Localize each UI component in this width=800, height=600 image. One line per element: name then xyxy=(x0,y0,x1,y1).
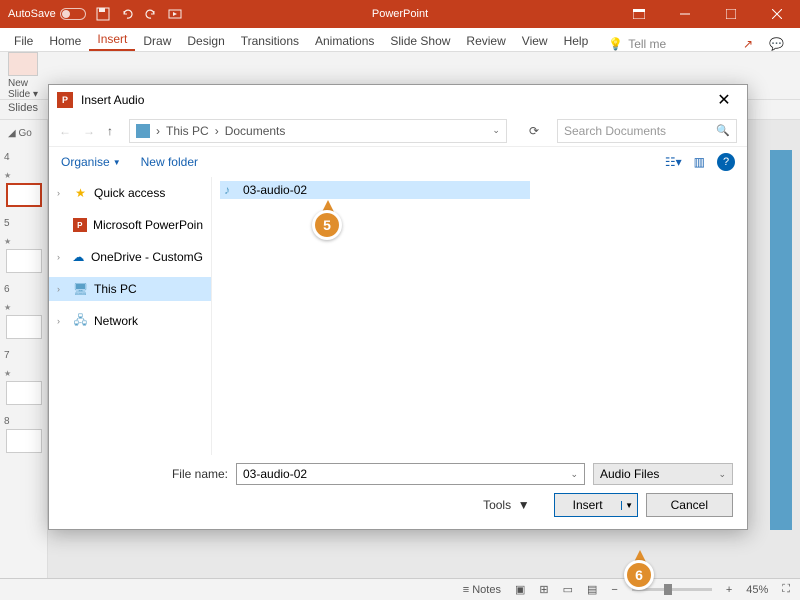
refresh-icon[interactable]: ⟳ xyxy=(523,124,545,138)
new-slide-button[interactable]: NewSlide ▾ xyxy=(8,52,38,100)
autosave-toggle[interactable]: AutoSave xyxy=(8,8,86,20)
audio-file-icon: ♪ xyxy=(224,183,238,197)
tab-draw[interactable]: Draw xyxy=(135,31,179,51)
maximize-button[interactable] xyxy=(708,0,754,28)
app-title: PowerPoint xyxy=(372,8,428,20)
star-icon: ★ xyxy=(73,186,88,200)
title-bar: AutoSave PowerPoint xyxy=(0,0,800,28)
slide-thumbnails: ◢ Go 4★ 5★ 6★ 7★ 8 xyxy=(0,120,48,580)
share-icon[interactable]: ↗ xyxy=(743,37,753,51)
reading-view-icon[interactable]: ▭ xyxy=(563,583,573,596)
help-icon[interactable]: ? xyxy=(717,153,735,171)
breadcrumb[interactable]: › This PC › Documents ⌄ xyxy=(129,119,507,143)
dialog-title: Insert Audio xyxy=(81,93,144,107)
tree-quick-access[interactable]: ›★Quick access xyxy=(49,181,211,205)
nav-up-icon[interactable]: ↑ xyxy=(107,124,113,138)
new-folder-button[interactable]: New folder xyxy=(141,155,198,169)
callout-5: 5 xyxy=(312,200,344,244)
insert-dropdown-icon[interactable]: ▼ xyxy=(621,501,637,510)
onedrive-icon: ☁ xyxy=(72,250,85,264)
bulb-icon: 💡 xyxy=(608,37,623,51)
redo-icon[interactable] xyxy=(144,7,158,21)
tab-help[interactable]: Help xyxy=(556,31,597,51)
network-icon: 🖧 xyxy=(73,314,88,328)
breadcrumb-folder[interactable]: Documents xyxy=(225,124,286,138)
nav-forward-icon[interactable]: → xyxy=(83,124,95,138)
new-slide-label: NewSlide ▾ xyxy=(8,78,38,100)
file-type-filter[interactable]: Audio Files⌄ xyxy=(593,463,733,485)
tree-onedrive[interactable]: ›☁OneDrive - CustomG xyxy=(49,245,211,269)
tree-this-pc[interactable]: ›🖥This PC xyxy=(49,277,211,301)
nav-back-icon[interactable]: ← xyxy=(59,124,71,138)
insert-audio-dialog: P Insert Audio ✕ ← → ↑ › This PC › Docum… xyxy=(48,84,748,530)
search-icon: 🔍 xyxy=(716,124,730,137)
slide-thumb-6[interactable]: 6★ xyxy=(4,279,43,339)
tab-home[interactable]: Home xyxy=(41,31,89,51)
monitor-icon: 🖥 xyxy=(73,282,88,296)
status-bar: ≡ Notes ▣ ⊞ ▭ ▤ − + 45% ⛶ xyxy=(0,578,800,600)
preview-pane-icon[interactable]: ▥ xyxy=(694,155,705,169)
comments-icon[interactable]: 💬 xyxy=(769,37,784,51)
fit-to-window-icon[interactable]: ⛶ xyxy=(782,583,790,596)
tree-network[interactable]: ›🖧Network xyxy=(49,309,211,333)
filename-label: File name: xyxy=(63,467,228,481)
tools-menu[interactable]: Tools ▼ xyxy=(483,498,530,512)
slide-thumb-7[interactable]: 7★ xyxy=(4,345,43,405)
tab-file[interactable]: File xyxy=(6,31,41,51)
filename-input[interactable]: 03-audio-02⌄ xyxy=(236,463,585,485)
close-button[interactable] xyxy=(754,0,800,28)
tab-animations[interactable]: Animations xyxy=(307,31,382,51)
section-label[interactable]: ◢ Go xyxy=(4,126,43,141)
sorter-view-icon[interactable]: ⊞ xyxy=(539,583,548,596)
tab-view[interactable]: View xyxy=(514,31,556,51)
file-item-audio[interactable]: ♪ 03-audio-02 xyxy=(220,181,530,199)
slide-thumb-5[interactable]: 5★ xyxy=(4,213,43,273)
organise-menu[interactable]: Organise ▼ xyxy=(61,155,121,169)
dialog-close-button[interactable]: ✕ xyxy=(709,90,739,110)
minimize-button[interactable] xyxy=(662,0,708,28)
ribbon-display-icon[interactable] xyxy=(616,0,662,28)
tab-slideshow[interactable]: Slide Show xyxy=(382,31,458,51)
tell-me-search[interactable]: 💡Tell me xyxy=(608,37,666,51)
zoom-out-button[interactable]: − xyxy=(611,584,617,596)
tab-review[interactable]: Review xyxy=(458,31,513,51)
slide-thumb-8[interactable]: 8 xyxy=(4,411,43,453)
normal-view-icon[interactable]: ▣ xyxy=(515,583,525,596)
powerpoint-icon: P xyxy=(57,92,73,108)
file-name: 03-audio-02 xyxy=(243,183,307,197)
slideshow-view-icon[interactable]: ▤ xyxy=(587,583,597,596)
notes-button[interactable]: ≡ Notes xyxy=(463,584,501,596)
navigation-tree: ›★Quick access PMicrosoft PowerPoin ›☁On… xyxy=(49,177,212,455)
tab-insert[interactable]: Insert xyxy=(89,29,135,51)
callout-6: 6 xyxy=(624,550,656,594)
insert-button[interactable]: Insert ▼ xyxy=(554,493,638,517)
tab-design[interactable]: Design xyxy=(179,31,232,51)
zoom-in-button[interactable]: + xyxy=(726,584,732,596)
cancel-button[interactable]: Cancel xyxy=(646,493,733,517)
undo-icon[interactable] xyxy=(120,7,134,21)
zoom-level[interactable]: 45% xyxy=(746,584,768,596)
tree-powerpoint[interactable]: PMicrosoft PowerPoin xyxy=(49,213,211,237)
powerpoint-icon: P xyxy=(73,218,87,232)
save-icon[interactable] xyxy=(96,7,110,21)
pc-icon xyxy=(136,124,150,138)
view-mode-icon[interactable]: ☷▾ xyxy=(665,155,682,169)
tab-transitions[interactable]: Transitions xyxy=(233,31,307,51)
search-input[interactable]: Search Documents 🔍 xyxy=(557,119,737,143)
ribbon-tabs: File Home Insert Draw Design Transitions… xyxy=(0,28,800,52)
start-from-beginning-icon[interactable] xyxy=(168,7,182,21)
file-list[interactable]: ♪ 03-audio-02 xyxy=(212,177,747,455)
slide-thumb-4[interactable]: 4★ xyxy=(4,147,43,207)
breadcrumb-root[interactable]: This PC xyxy=(166,124,209,138)
